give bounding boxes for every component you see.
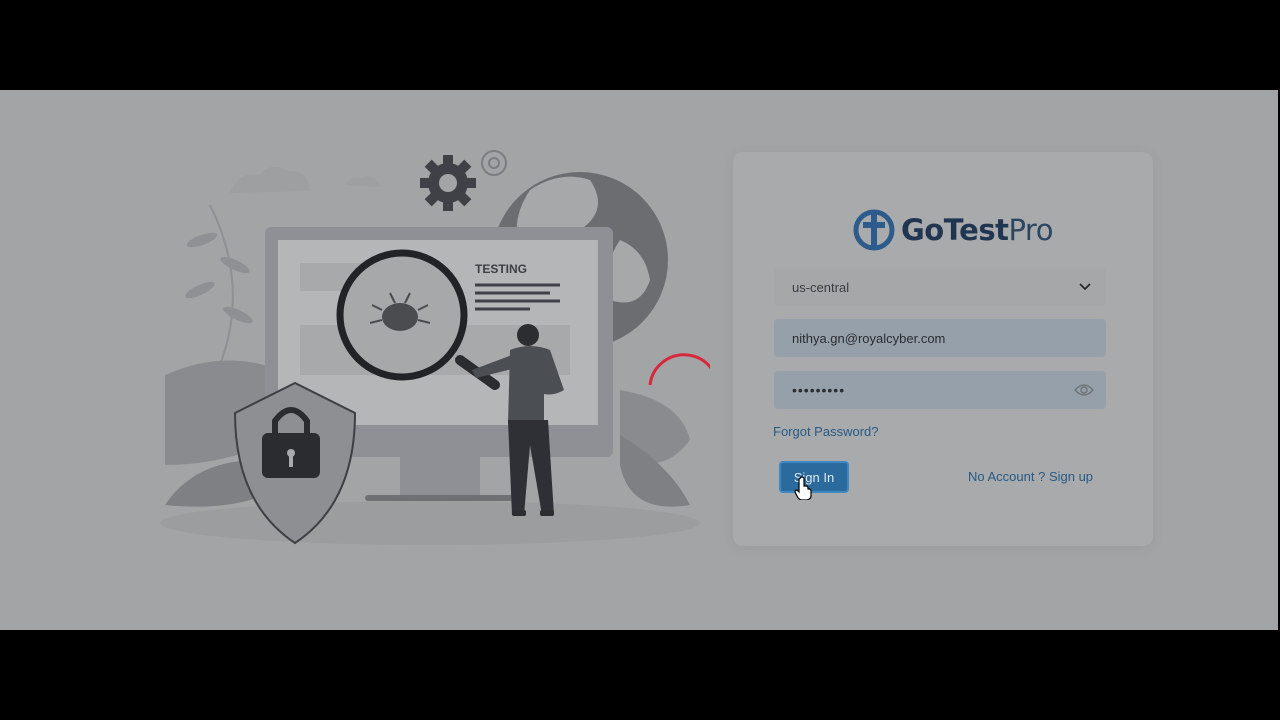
eye-icon[interactable] [1074, 382, 1094, 398]
forgot-password-link[interactable]: Forgot Password? [773, 424, 879, 439]
region-value: us-central [792, 279, 850, 295]
chevron-down-icon[interactable] [1078, 280, 1092, 294]
testing-label: TESTING [475, 262, 527, 276]
sign-up-link[interactable]: No Account ? Sign up [968, 469, 1093, 484]
email-field[interactable]: nithya.gn@royalcyber.com [774, 319, 1106, 357]
login-page: TESTING GoTestPro us-central nithya.gn@r… [0, 90, 1278, 630]
letterbox-top [0, 0, 1280, 90]
password-field[interactable]: ••••••••• [774, 371, 1106, 409]
password-value: ••••••••• [792, 382, 846, 398]
hand-pointer-icon [794, 476, 812, 500]
email-value: nithya.gn@royalcyber.com [792, 330, 946, 346]
letterbox-bottom [0, 630, 1280, 720]
brand-logo: GoTestPro [853, 207, 1053, 253]
region-select[interactable]: us-central [774, 268, 1106, 306]
testing-illustration: TESTING [160, 150, 710, 545]
sign-in-button[interactable]: Sign In [779, 461, 849, 493]
gotestpro-logo-icon [853, 209, 895, 251]
brand-name: GoTestPro [901, 213, 1053, 247]
